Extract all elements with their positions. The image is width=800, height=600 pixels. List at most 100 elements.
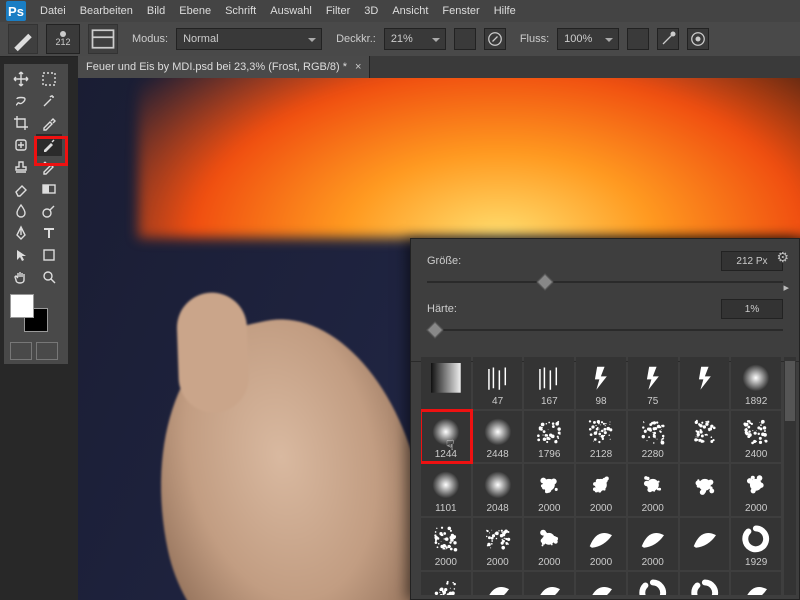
brush-preset-cell[interactable]: 1892 [731, 357, 781, 409]
brush-preset-cell[interactable] [421, 357, 471, 409]
dodge-tool[interactable] [36, 200, 62, 222]
brush-thumb [686, 470, 724, 500]
fluss-select[interactable]: 100% [557, 28, 619, 50]
eraser-tool[interactable] [8, 178, 34, 200]
color-swatches[interactable] [10, 294, 48, 332]
path-select-tool[interactable] [8, 244, 34, 266]
brush-preset-cell[interactable]: 2000 [421, 572, 471, 595]
brush-preset-cell[interactable]: 1879 [524, 572, 574, 595]
document-area: Feuer und Eis by MDI.psd bei 23,3% (Fros… [78, 56, 800, 600]
menu-datei[interactable]: Datei [40, 5, 66, 17]
brush-preset-cell[interactable]: 1796 [524, 411, 574, 463]
flyout-icon[interactable]: ▸ [783, 281, 789, 294]
menu-hilfe[interactable]: Hilfe [494, 5, 516, 17]
brush-size-label: 2400 [745, 449, 767, 460]
brush-preset-cell[interactable]: 1101 [421, 464, 471, 516]
brush-preset-cell[interactable]: 2400 [731, 411, 781, 463]
history-brush-tool[interactable] [36, 156, 62, 178]
foreground-color-swatch[interactable] [10, 294, 34, 318]
document-tab[interactable]: Feuer und Eis by MDI.psd bei 23,3% (Fros… [78, 56, 370, 78]
crop-tool[interactable] [8, 112, 34, 134]
marquee-tool[interactable] [36, 68, 62, 90]
brush-preset-cell[interactable]: 2448 [473, 411, 523, 463]
brush-preset-cell[interactable]: 2000 [731, 464, 781, 516]
brush-preset-cell[interactable]: 98 [576, 357, 626, 409]
healing-brush-tool[interactable] [8, 134, 34, 156]
brush-preset-cell[interactable]: 75 [628, 357, 678, 409]
menu-3d[interactable]: 3D [364, 5, 378, 17]
brush-preset-cell[interactable]: 2000 [576, 464, 626, 516]
brush-preset-cell[interactable] [680, 357, 730, 409]
brush-preset-picker[interactable]: 212 [46, 24, 80, 54]
brush-preset-cell[interactable]: 2048 [473, 464, 523, 516]
brush-size-label: 2000 [538, 557, 560, 568]
screenmode-button[interactable] [36, 342, 58, 360]
brush-tool[interactable] [36, 134, 62, 156]
brush-preset-cell[interactable]: 2128 [576, 411, 626, 463]
brush-size-label: 1796 [538, 449, 560, 460]
brush-preset-cell[interactable]: 2000 [576, 518, 626, 570]
lasso-tool[interactable] [8, 90, 34, 112]
stamp-tool[interactable] [8, 156, 34, 178]
brush-thumb [634, 470, 672, 500]
brush-preset-cell[interactable]: 1929 [731, 518, 781, 570]
menu-fenster[interactable]: Fenster [442, 5, 479, 17]
zoom-tool[interactable] [36, 266, 62, 288]
deckkr-pressure-button[interactable] [454, 28, 476, 50]
close-icon[interactable]: × [355, 61, 361, 73]
brush-preset-cell[interactable]: 2000 [524, 518, 574, 570]
brush-panel-toggle[interactable] [88, 24, 118, 54]
tablet-pressure-size-icon[interactable] [687, 28, 709, 50]
size-field[interactable]: 212 Px [721, 251, 783, 271]
blur-tool[interactable] [8, 200, 34, 222]
fluss-extra-button[interactable] [627, 28, 649, 50]
hard-field[interactable]: 1% [721, 299, 783, 319]
brush-preset-cell[interactable]: 2000 [421, 518, 471, 570]
menu-filter[interactable]: Filter [326, 5, 350, 17]
deckkr-select[interactable]: 21% [384, 28, 446, 50]
menu-bearbeiten[interactable]: Bearbeiten [80, 5, 133, 17]
brush-preset-cell[interactable]: 1921 [576, 572, 626, 595]
brush-preset-cell[interactable] [680, 464, 730, 516]
menu-auswahl[interactable]: Auswahl [270, 5, 312, 17]
airbrush-button[interactable] [657, 28, 679, 50]
brush-preset-cell[interactable]: 2000 [473, 518, 523, 570]
hard-slider[interactable] [427, 323, 783, 337]
brush-preset-cell[interactable] [680, 518, 730, 570]
brush-grid-scrollbar[interactable] [784, 357, 796, 595]
shape-tool[interactable] [36, 244, 62, 266]
size-slider[interactable] [427, 275, 783, 289]
brush-preset-cell[interactable] [680, 411, 730, 463]
menu-ansicht[interactable]: Ansicht [392, 5, 428, 17]
menu-schrift[interactable]: Schrift [225, 5, 256, 17]
tablet-pressure-opacity-icon[interactable] [484, 28, 506, 50]
brush-preset-cell[interactable]: 1886 [473, 572, 523, 595]
brush-preset-cell[interactable]: 2000 [628, 464, 678, 516]
gradient-tool[interactable] [36, 178, 62, 200]
pen-tool[interactable] [8, 222, 34, 244]
hand-tool[interactable] [8, 266, 34, 288]
brush-size-label: 2048 [486, 503, 508, 514]
brush-preset-cell[interactable]: 2000 [628, 518, 678, 570]
modus-select[interactable]: Normal [176, 28, 322, 50]
quickmask-button[interactable] [10, 342, 32, 360]
magic-wand-tool[interactable] [36, 90, 62, 112]
tool-preset-button[interactable] [8, 24, 38, 54]
brush-size-label: 98 [595, 396, 606, 407]
canvas[interactable]: ⚙ ▸ Größe: 212 Px Härte: 1% [78, 78, 800, 600]
brush-preset-cell[interactable]: 167 [524, 357, 574, 409]
gear-icon[interactable]: ⚙ [776, 249, 789, 266]
menu-ebene[interactable]: Ebene [179, 5, 211, 17]
brush-preset-cell[interactable]: 1244☟ [421, 411, 471, 463]
brush-preset-cell[interactable]: 2280 [628, 411, 678, 463]
type-tool[interactable] [36, 222, 62, 244]
brush-preset-cell[interactable]: 1923 [628, 572, 678, 595]
eyedropper-tool[interactable] [36, 112, 62, 134]
move-tool[interactable] [8, 68, 34, 90]
brush-preset-cell[interactable] [680, 572, 730, 595]
brush-preset-cell[interactable]: 2000 [731, 572, 781, 595]
brush-preset-cell[interactable]: 2000 [524, 464, 574, 516]
menubar: Ps Datei Bearbeiten Bild Ebene Schrift A… [0, 0, 800, 22]
menu-bild[interactable]: Bild [147, 5, 165, 17]
brush-preset-cell[interactable]: 47 [473, 357, 523, 409]
